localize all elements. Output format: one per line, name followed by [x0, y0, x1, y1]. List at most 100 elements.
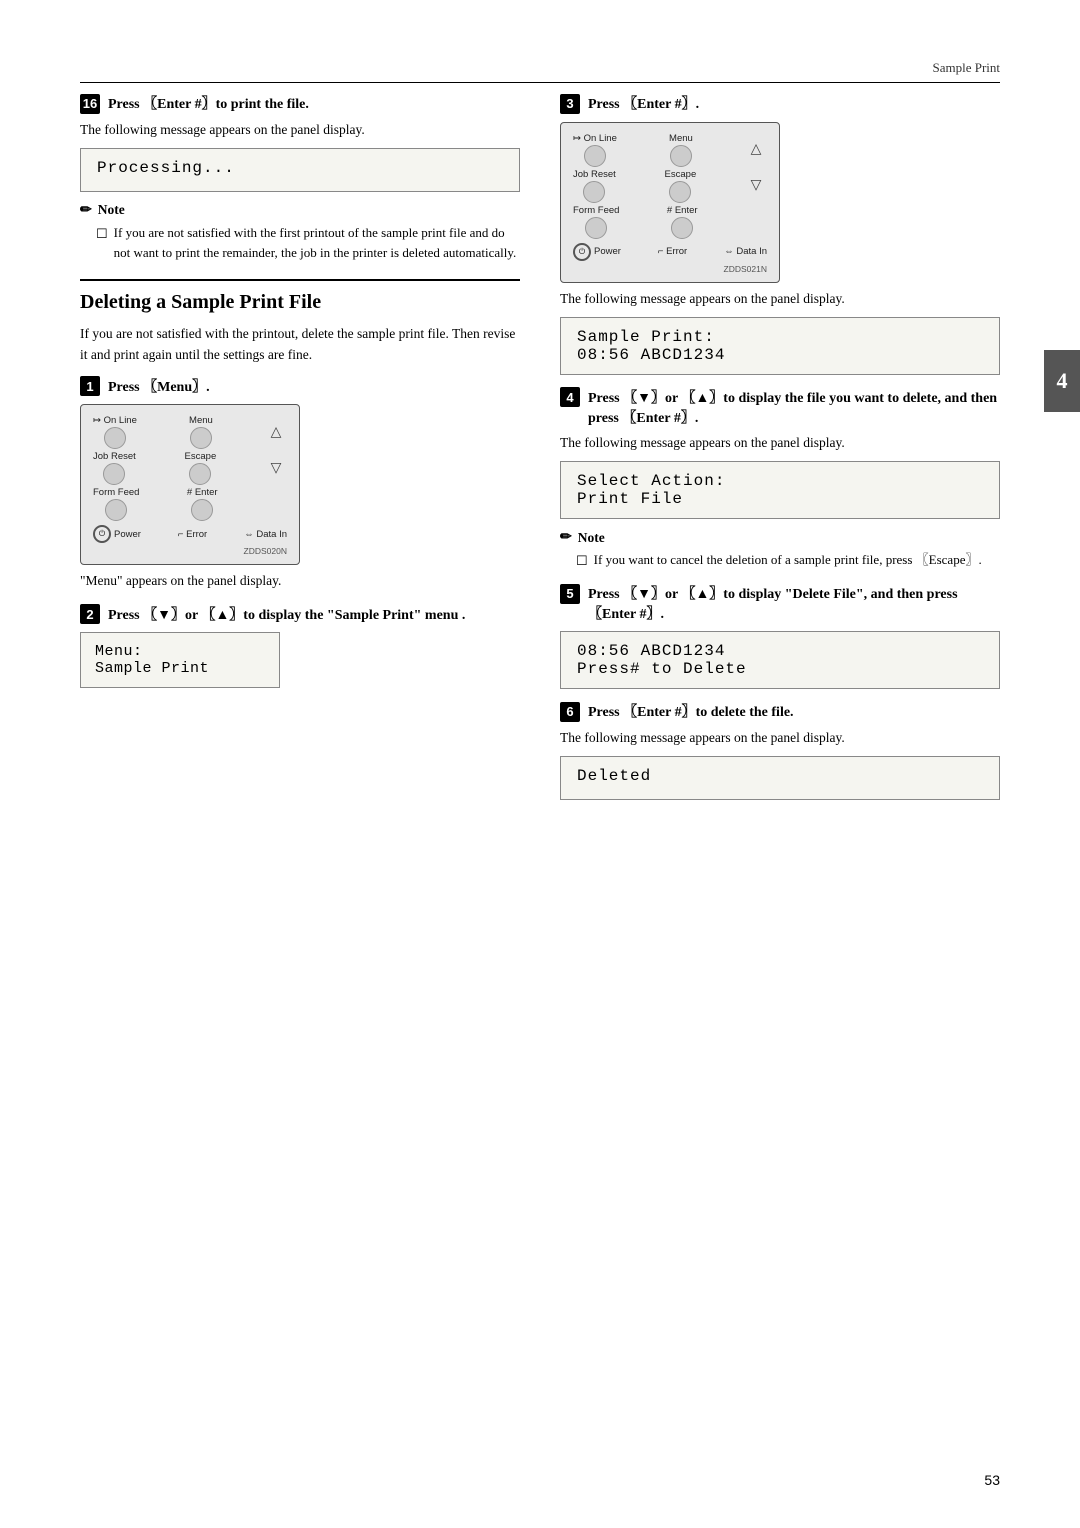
panel2-row-4: ⏻ Power ⌐ Error ⇔ Data In	[573, 243, 767, 261]
section-divider	[80, 279, 520, 281]
step-4-lcd-l1: Select Action:	[577, 472, 983, 490]
step-4-lcd: Select Action: Print File	[560, 461, 1000, 519]
panel-diagram-2: ↦ On Line Menu △ Job Reset	[560, 122, 780, 283]
p2-escape-btn: Escape	[665, 169, 697, 203]
step-16-header: 16 Press 〖Enter #〗to print the file.	[80, 93, 520, 114]
up-triangle: △	[265, 421, 287, 443]
step-6-lcd: Deleted	[560, 756, 1000, 800]
step-2-number: 2	[80, 604, 100, 624]
step-2-lcd: Menu: Sample Print	[80, 632, 280, 688]
step-4-note-item: ☐ If you want to cancel the deletion of …	[576, 550, 1000, 571]
step-6-number: 6	[560, 702, 580, 722]
panel-diagram-1: ↦ On Line Menu △ Job Reset	[80, 404, 300, 565]
step-1-header: 1 Press 〖Menu〗.	[80, 376, 520, 397]
step-3-lcd-l1: Sample Print:	[577, 328, 983, 346]
step-16-note-header: ✏ Note	[80, 202, 520, 219]
p2-data-in-label: ⇔ Data In	[724, 246, 767, 257]
step-16-lcd: Processing...	[80, 148, 520, 192]
step-3-lcd: Sample Print: 08:56 ABCD1234	[560, 317, 1000, 375]
data-in-label: ⇔ Data In	[244, 529, 287, 540]
step-6-header: 6 Press 〖Enter #〗to delete the file.	[560, 701, 1000, 722]
deleting-section-body: If you are not satisfied with the printo…	[80, 324, 520, 366]
p2-menu-circle	[670, 145, 692, 167]
p2-enter-circle	[671, 217, 693, 239]
step-4-note-label: Note	[578, 530, 605, 546]
step-5-block: 5 Press 〖▼〗or 〖▲〗to display "Delete File…	[560, 583, 1000, 689]
checkbox-symbol: ☐	[96, 224, 108, 263]
main-content: 16 Press 〖Enter #〗to print the file. The…	[80, 93, 1000, 812]
step-6-label: Press 〖Enter #〗to delete the file.	[588, 701, 794, 721]
p2-power-btn: ⏻ Power	[573, 243, 621, 261]
panel-row-4: ⏻ Power ⌐ Error ⇔ Data In	[93, 525, 287, 543]
step-3-label: Press 〖Enter #〗.	[588, 93, 699, 113]
escape-btn: Escape	[185, 451, 217, 485]
p2-enter-btn: # Enter	[667, 205, 698, 239]
job-reset-circle	[103, 463, 125, 485]
p2-form-feed-circle	[585, 217, 607, 239]
tab-marker: 4	[1044, 350, 1080, 412]
error-section: ⌐ Error	[178, 529, 207, 540]
on-line-btn: ↦ On Line	[93, 415, 137, 449]
menu-label: Menu	[189, 415, 213, 426]
step-3-body: The following message appears on the pan…	[560, 289, 1000, 309]
step-4-number: 4	[560, 387, 580, 407]
enter-circle	[191, 499, 213, 521]
panel-row-2: Job Reset Escape ▽	[93, 451, 287, 485]
step-6-block: 6 Press 〖Enter #〗to delete the file. The…	[560, 701, 1000, 800]
p2-enter-label: # Enter	[667, 205, 698, 216]
p2-menu-btn: Menu	[669, 133, 693, 167]
escape-label: Escape	[185, 451, 217, 462]
job-reset-label: Job Reset	[93, 451, 136, 462]
step-2-label: Press 〖▼〗or 〖▲〗to display the "Sample Pr…	[108, 604, 465, 624]
step-5-lcd: 08:56 ABCD1234 Press# to Delete	[560, 631, 1000, 689]
p2-power-circle: ⏻	[573, 243, 591, 261]
p2-on-line-btn: ↦ On Line	[573, 133, 617, 167]
step-16-note-item: ☐ If you are not satisfied with the firs…	[96, 223, 520, 263]
menu-btn: Menu	[189, 415, 213, 449]
step-1-number: 1	[80, 376, 100, 396]
form-feed-label: Form Feed	[93, 487, 139, 498]
step-16-note: ✏ Note ☐ If you are not satisfied with t…	[80, 202, 520, 263]
step-5-lcd-l1: 08:56 ABCD1234	[577, 642, 983, 660]
data-in-section: ⇔ Data In	[244, 529, 287, 540]
on-line-circle	[104, 427, 126, 449]
checkbox-symbol-2: ☐	[576, 551, 588, 571]
p2-error-section: ⌐ Error	[658, 246, 687, 257]
step-16-label: Press 〖Enter #〗to print the file.	[108, 93, 309, 113]
step-16-note-label: Note	[98, 202, 125, 218]
menu-circle	[190, 427, 212, 449]
step-3-block: 3 Press 〖Enter #〗. ↦ On Line Menu	[560, 93, 1000, 375]
p2-data-in-section: ⇔ Data In	[724, 246, 767, 257]
step-5-number: 5	[560, 584, 580, 604]
step-4-note-text: If you want to cancel the deletion of a …	[594, 550, 982, 571]
step-5-label: Press 〖▼〗or 〖▲〗to display "Delete File",…	[588, 583, 1000, 623]
page-number: 53	[984, 1472, 1000, 1488]
form-feed-btn: Form Feed	[93, 487, 139, 521]
p2-job-reset-circle	[583, 181, 605, 203]
panel2-row-1: ↦ On Line Menu △	[573, 133, 767, 167]
step-4-body: The following message appears on the pan…	[560, 433, 1000, 453]
power-btn: ⏻ Power	[93, 525, 141, 543]
pencil-icon-2: ✏	[560, 529, 572, 546]
step-5-header: 5 Press 〖▼〗or 〖▲〗to display "Delete File…	[560, 583, 1000, 623]
page: Sample Print 4 16 Press 〖Enter #〗to prin…	[0, 0, 1080, 1528]
down-triangle: ▽	[265, 457, 287, 479]
p2-power-label: Power	[594, 246, 621, 257]
step-6-body: The following message appears on the pan…	[560, 728, 1000, 748]
p2-escape-circle	[669, 181, 691, 203]
step-3-lcd-l2: 08:56 ABCD1234	[577, 346, 983, 364]
p2-down-triangle: ▽	[745, 175, 767, 197]
panel-row-1: ↦ On Line Menu △	[93, 415, 287, 449]
error-label: ⌐ Error	[178, 529, 207, 540]
step-16-body: The following message appears on the pan…	[80, 120, 520, 140]
power-circle: ⏻	[93, 525, 111, 543]
step-1-label: Press 〖Menu〗.	[108, 376, 210, 396]
step-4-note-header: ✏ Note	[560, 529, 1000, 546]
step-16-number: 16	[80, 94, 100, 114]
p2-on-line-circle	[584, 145, 606, 167]
step-4-label: Press 〖▼〗or 〖▲〗to display the file you w…	[588, 387, 1000, 427]
step-4-note: ✏ Note ☐ If you want to cancel the delet…	[560, 529, 1000, 571]
p2-escape-label: Escape	[665, 169, 697, 180]
menu-lcd-line1: Menu:	[95, 643, 265, 660]
step-1-body: "Menu" appears on the panel display.	[80, 571, 520, 591]
